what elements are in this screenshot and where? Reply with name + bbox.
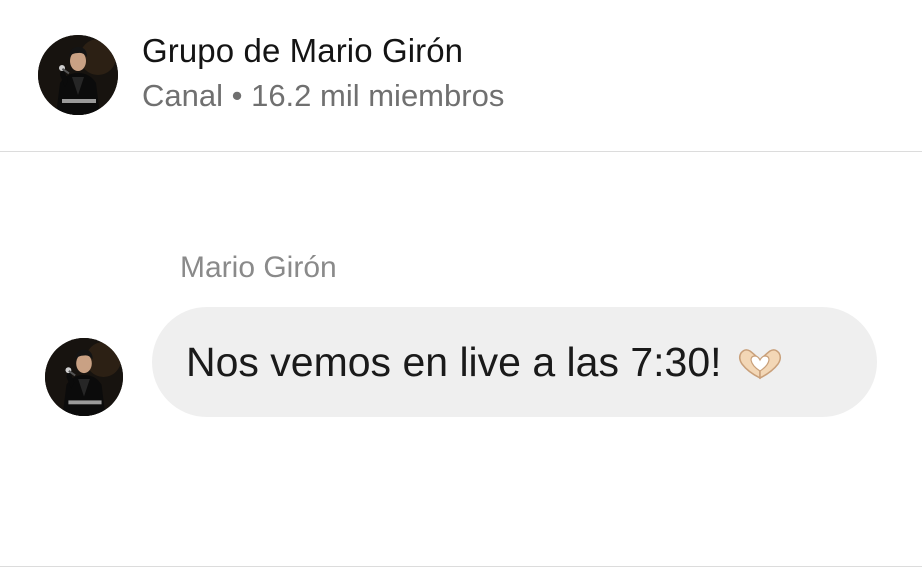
channel-subtitle: Canal • 16.2 mil miembros [142,78,505,113]
channel-header[interactable]: Grupo de Mario Girón Canal • 16.2 mil mi… [0,0,922,152]
singer-portrait-icon [38,35,118,115]
channel-avatar[interactable] [38,35,118,115]
channel-chat-view: Grupo de Mario Girón Canal • 16.2 mil mi… [0,0,922,576]
channel-title[interactable]: Grupo de Mario Girón [142,32,463,70]
heart-hands-icon [734,344,786,380]
message-sender-name: Mario Girón [180,251,337,284]
singer-portrait-icon [45,338,123,416]
sender-avatar[interactable] [45,338,123,416]
message-bubble[interactable]: Nos vemos en live a las 7:30! [152,307,877,417]
bottom-divider [0,566,922,567]
message-text: Nos vemos en live a las 7:30! [186,338,722,385]
